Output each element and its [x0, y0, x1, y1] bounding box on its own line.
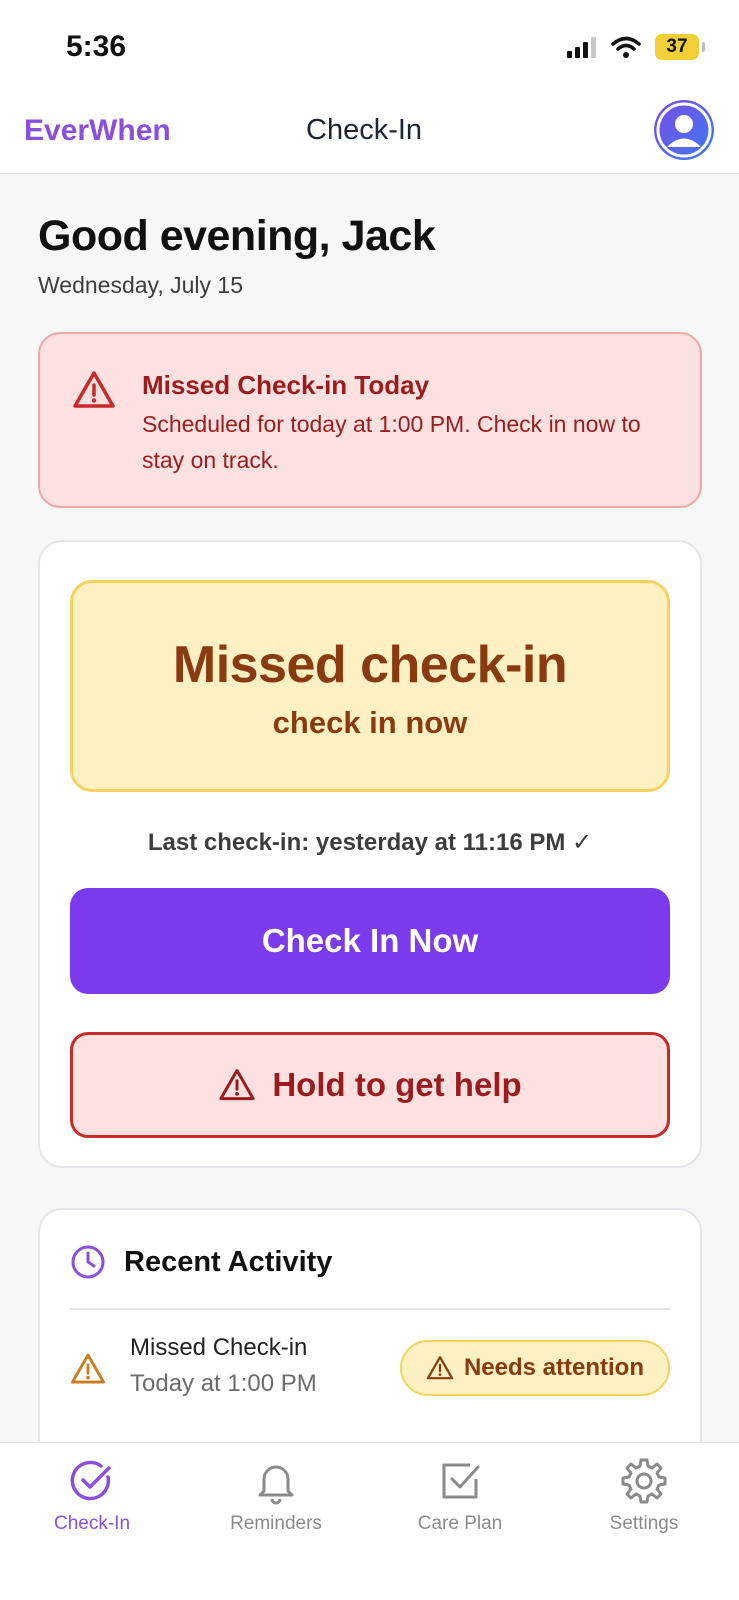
bottom-tab-bar: Check-In Reminders Care Plan Settings: [0, 1442, 739, 1600]
checkin-status-panel: Missed check-in check in now: [70, 580, 670, 792]
wifi-icon: [611, 36, 641, 58]
status-main: Missed check-in: [172, 636, 568, 694]
status-time: 5:36: [66, 30, 127, 63]
help-button-label: Hold to get help: [272, 1066, 522, 1103]
alert-body: Scheduled for today at 1:00 PM. Check in…: [142, 411, 641, 473]
activity-header: Recent Activity: [70, 1244, 332, 1280]
last-checkin-text: Last check-in: yesterday at 11:16 PM ✓: [147, 829, 593, 856]
app-header: EverWhen Check-In: [0, 96, 739, 174]
checkin-card: Missed check-in check in now Last check-…: [38, 540, 702, 1168]
status-sub: check in now: [272, 705, 468, 740]
tab-reminders[interactable]: Reminders: [184, 1457, 368, 1535]
warning-icon: [71, 1353, 105, 1384]
checkbox-icon: [442, 1463, 480, 1499]
status-badge: Needs attention: [399, 1340, 670, 1396]
hold-for-help-button[interactable]: Hold to get help: [70, 1032, 670, 1138]
check-circle-icon: [70, 1460, 111, 1501]
page-title: Check-In: [306, 114, 423, 146]
badge-label: Needs attention: [463, 1354, 644, 1381]
status-icons: 37: [567, 34, 705, 60]
warning-icon: [426, 1356, 454, 1380]
warning-icon: [73, 371, 115, 408]
warning-icon: [219, 1069, 255, 1101]
tab-label: Reminders: [230, 1513, 322, 1534]
tab-label: Check-In: [53, 1513, 131, 1534]
divider: [70, 1308, 670, 1310]
list-item[interactable]: Missed Check-in Today at 1:00 PM Needs a…: [70, 1330, 670, 1410]
avatar[interactable]: [654, 100, 714, 160]
missed-checkin-alert: Missed Check-in Today Scheduled for toda…: [38, 332, 702, 508]
bell-icon: [258, 1465, 294, 1505]
battery-indicator: 37: [655, 34, 705, 60]
tab-care-plan[interactable]: Care Plan: [368, 1457, 552, 1535]
gear-icon: [621, 1458, 667, 1504]
status-bar: 5:36 37: [0, 0, 739, 96]
alert-title: Missed Check-in Today: [142, 370, 430, 400]
activity-title: Recent Activity: [124, 1245, 333, 1278]
greeting-date: Wednesday, July 15: [38, 272, 243, 298]
user-icon: [656, 102, 712, 158]
clock-icon: [71, 1245, 105, 1279]
tab-label: Care Plan: [417, 1513, 503, 1534]
activity-item-time: Today at 1:00 PM: [130, 1370, 317, 1397]
signal-icon: [567, 37, 596, 58]
brand-logo[interactable]: EverWhen: [24, 114, 171, 148]
recent-activity-card: Recent Activity Missed Check-in Today at…: [38, 1208, 702, 1468]
activity-item-title: Missed Check-in: [130, 1334, 308, 1361]
tab-label: Settings: [609, 1513, 679, 1534]
greeting-title: Good evening, Jack: [38, 212, 436, 260]
check-in-now-button[interactable]: Check In Now: [70, 888, 670, 994]
tab-check-in[interactable]: Check-In: [0, 1457, 184, 1535]
tab-settings[interactable]: Settings: [552, 1457, 736, 1535]
